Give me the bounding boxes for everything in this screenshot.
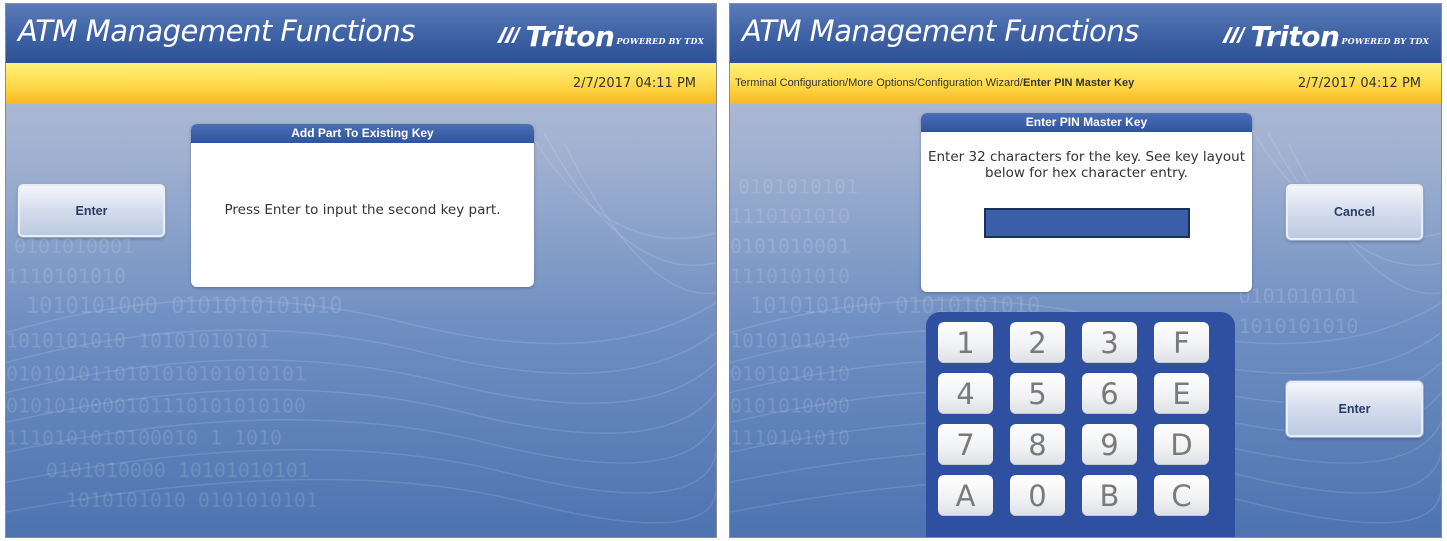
datetime: 2/7/2017 04:12 PM	[1297, 76, 1421, 91]
dialog-message: Enter 32 characters for the key. See key…	[921, 132, 1252, 181]
triton-logo-icon	[497, 27, 522, 43]
svg-text:1010101010: 1010101010	[1239, 315, 1359, 338]
dialog-title: Add Part To Existing Key	[191, 124, 534, 143]
breadcrumb-current: Enter PIN Master Key	[1022, 77, 1135, 89]
key-1[interactable]: 1	[938, 322, 993, 363]
datetime: 2/7/2017 04:11 PM	[572, 76, 696, 91]
key-0[interactable]: 0	[1010, 475, 1065, 516]
key-3[interactable]: 3	[1082, 322, 1137, 363]
svg-text:1010101010 10101010101: 1010101010 10101010101	[6, 330, 270, 353]
dialog-message: Press Enter to input the second key part…	[224, 202, 501, 218]
svg-text:1110101010: 1110101010	[730, 265, 850, 288]
key-8[interactable]: 8	[1010, 424, 1065, 465]
logo-subtitle: POWERED BY TDX	[1341, 36, 1429, 46]
status-bar: 2/7/2017 04:11 PM	[6, 63, 716, 104]
pin-key-input[interactable]	[984, 208, 1190, 238]
svg-text:1110101010: 1110101010	[730, 205, 850, 228]
key-a[interactable]: A	[938, 475, 993, 516]
key-9[interactable]: 9	[1082, 424, 1137, 465]
breadcrumb: Terminal Configuration/More Options/Conf…	[735, 77, 1134, 89]
status-bar: Terminal Configuration/More Options/Conf…	[730, 63, 1441, 104]
enter-button[interactable]: Enter	[18, 184, 165, 237]
key-b[interactable]: B	[1082, 475, 1137, 516]
page-title: ATM Management Functions	[18, 14, 415, 48]
key-6[interactable]: 6	[1082, 373, 1137, 414]
svg-text:1010101010: 1010101010	[730, 330, 850, 353]
svg-text:1110101010: 1110101010	[6, 265, 126, 288]
dialog-message-line-2: below for hex character entry.	[985, 165, 1188, 181]
svg-text:0101010101: 0101010101	[1239, 285, 1359, 308]
triton-logo-icon	[1222, 27, 1247, 43]
svg-text:0101010000101110101010100: 0101010000101110101010100	[6, 394, 306, 417]
svg-text:0101010001: 0101010001	[730, 235, 850, 258]
logo-subtitle: POWERED BY TDX	[616, 36, 704, 46]
triton-logo: Triton POWERED BY TDX	[1220, 18, 1429, 52]
dialog-title: Enter PIN Master Key	[921, 113, 1252, 132]
header: ATM Management Functions Triton POWERED …	[6, 4, 716, 63]
key-c[interactable]: C	[1154, 475, 1209, 516]
hex-keypad: 1 2 3 F 4 5 6 E 7 8 9 D A 0 B C	[926, 312, 1235, 537]
svg-text:0101010110101010101010101: 0101010110101010101010101	[6, 363, 306, 386]
svg-text:0101010000 10101010101: 0101010000 10101010101	[46, 459, 310, 482]
atm-screen-enter-pin-master-key: 0101010101 1110101010 0101010001 1110101…	[729, 3, 1442, 538]
key-e[interactable]: E	[1154, 373, 1209, 414]
key-7[interactable]: 7	[938, 424, 993, 465]
key-5[interactable]: 5	[1010, 373, 1065, 414]
svg-text:1110101010100010 1 1010: 1110101010100010 1 1010	[6, 426, 282, 449]
key-f[interactable]: F	[1154, 322, 1209, 363]
svg-text:1010101010 0101010101: 1010101010 0101010101	[66, 489, 318, 512]
page-title: ATM Management Functions	[742, 14, 1139, 48]
header: ATM Management Functions Triton POWERED …	[730, 4, 1441, 63]
atm-screen-add-key-part: 0101010001 1110101010 1010101000 0101010…	[5, 3, 717, 538]
message-dialog: Add Part To Existing Key Press Enter to …	[191, 124, 534, 287]
key-d[interactable]: D	[1154, 424, 1209, 465]
svg-text:0101010101: 0101010101	[738, 175, 858, 198]
triton-logo: Triton POWERED BY TDX	[495, 18, 704, 52]
svg-text:0101010001: 0101010001	[14, 235, 134, 258]
key-2[interactable]: 2	[1010, 322, 1065, 363]
dialog-message-line-1: Enter 32 characters for the key. See key…	[927, 149, 1246, 165]
svg-text:0101010110: 0101010110	[730, 363, 850, 386]
svg-text:0101010000: 0101010000	[730, 394, 850, 417]
enter-button[interactable]: Enter	[1286, 381, 1423, 437]
svg-text:1010101000 0101010101010: 1010101000 0101010101010	[26, 294, 343, 319]
svg-text:1110101010: 1110101010	[730, 426, 850, 449]
logo-wordmark: Triton	[1250, 20, 1340, 53]
key-4[interactable]: 4	[938, 373, 993, 414]
logo-wordmark: Triton	[525, 20, 615, 53]
cancel-button[interactable]: Cancel	[1286, 184, 1423, 240]
pin-entry-dialog: Enter PIN Master Key Enter 32 characters…	[921, 113, 1252, 292]
breadcrumb-path: Terminal Configuration/More Options/Conf…	[735, 77, 1023, 89]
